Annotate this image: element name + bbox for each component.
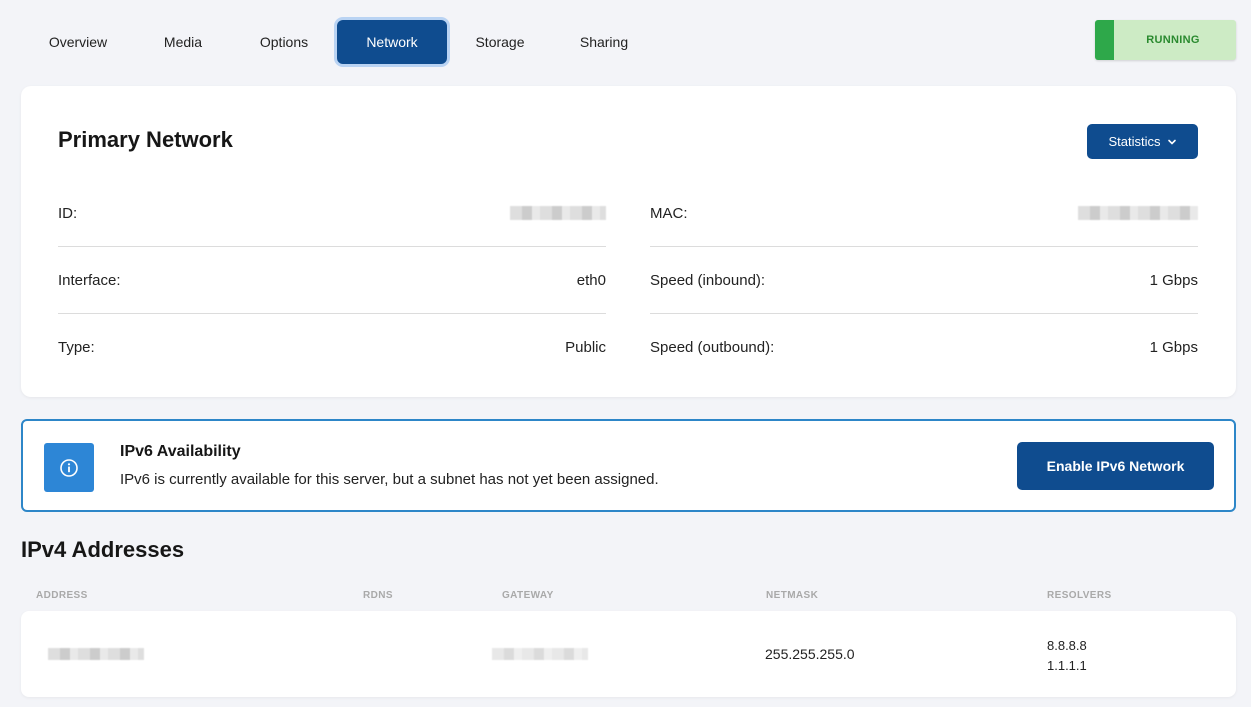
column-header-rdns: RDNS	[363, 590, 393, 601]
info-icon	[44, 443, 94, 492]
detail-value: 1 Gbps	[1149, 271, 1198, 289]
tab-options[interactable]: Options	[231, 20, 337, 64]
tab-bar: Overview Media Options Network Storage S…	[21, 19, 655, 65]
detail-row-type: Type: Public	[58, 314, 606, 381]
redacted-mac-value	[1078, 206, 1198, 220]
network-details-right: MAC: Speed (inbound): 1 Gbps Speed (outb…	[650, 180, 1198, 381]
banner-title: IPv6 Availability	[120, 443, 241, 460]
redacted-id-value	[510, 206, 606, 220]
table-row: 255.255.255.0 8.8.8.8 1.1.1.1	[21, 611, 1236, 697]
redacted-address	[48, 648, 144, 660]
statistics-button[interactable]: Statistics	[1087, 124, 1198, 159]
detail-label: ID:	[58, 204, 78, 222]
tab-sharing[interactable]: Sharing	[553, 20, 655, 64]
detail-row-mac: MAC:	[650, 180, 1198, 247]
detail-value: eth0	[576, 271, 606, 289]
resolver-item: 1.1.1.1	[1047, 658, 1087, 673]
detail-label: Speed (inbound):	[650, 271, 766, 289]
detail-row-id: ID:	[58, 180, 606, 247]
tab-media[interactable]: Media	[135, 20, 231, 64]
resolver-item: 8.8.8.8	[1047, 638, 1087, 653]
column-header-resolvers: RESOLVERS	[1047, 590, 1112, 601]
detail-row-speed-outbound: Speed (outbound): 1 Gbps	[650, 314, 1198, 381]
statistics-label: Statistics	[1108, 134, 1161, 149]
status-badge: RUNNING	[1095, 20, 1236, 60]
banner-text: IPv6 is currently available for this ser…	[120, 471, 659, 488]
ipv6-banner: IPv6 Availability IPv6 is currently avai…	[21, 419, 1236, 512]
column-header-gateway: GATEWAY	[502, 590, 554, 601]
redacted-gateway	[492, 648, 588, 660]
detail-label: Type:	[58, 339, 95, 356]
column-header-address: ADDRESS	[36, 590, 88, 601]
netmask-value: 255.255.255.0	[765, 646, 855, 662]
tab-network[interactable]: Network	[337, 20, 447, 64]
chevron-down-icon	[1167, 139, 1176, 145]
status-indicator	[1095, 20, 1114, 60]
status-label: RUNNING	[1146, 34, 1200, 46]
tab-overview[interactable]: Overview	[21, 20, 135, 64]
detail-value: Public	[565, 339, 606, 356]
resolvers-list: 8.8.8.8 1.1.1.1	[1047, 636, 1087, 676]
column-header-netmask: NETMASK	[766, 590, 819, 601]
detail-label: Speed (outbound):	[650, 339, 775, 356]
card-title: Primary Network	[58, 127, 233, 152]
enable-ipv6-button[interactable]: Enable IPv6 Network	[1017, 442, 1214, 490]
detail-value: 1 Gbps	[1149, 339, 1198, 356]
primary-network-card: Primary Network Statistics ID: Interface…	[21, 86, 1236, 397]
detail-label: MAC:	[650, 204, 688, 222]
detail-row-speed-inbound: Speed (inbound): 1 Gbps	[650, 247, 1198, 314]
tab-storage[interactable]: Storage	[447, 20, 553, 64]
detail-label: Interface:	[58, 271, 121, 289]
ipv4-section-title: IPv4 Addresses	[21, 537, 185, 562]
network-details-left: ID: Interface: eth0 Type: Public	[58, 180, 606, 381]
detail-row-interface: Interface: eth0	[58, 247, 606, 314]
